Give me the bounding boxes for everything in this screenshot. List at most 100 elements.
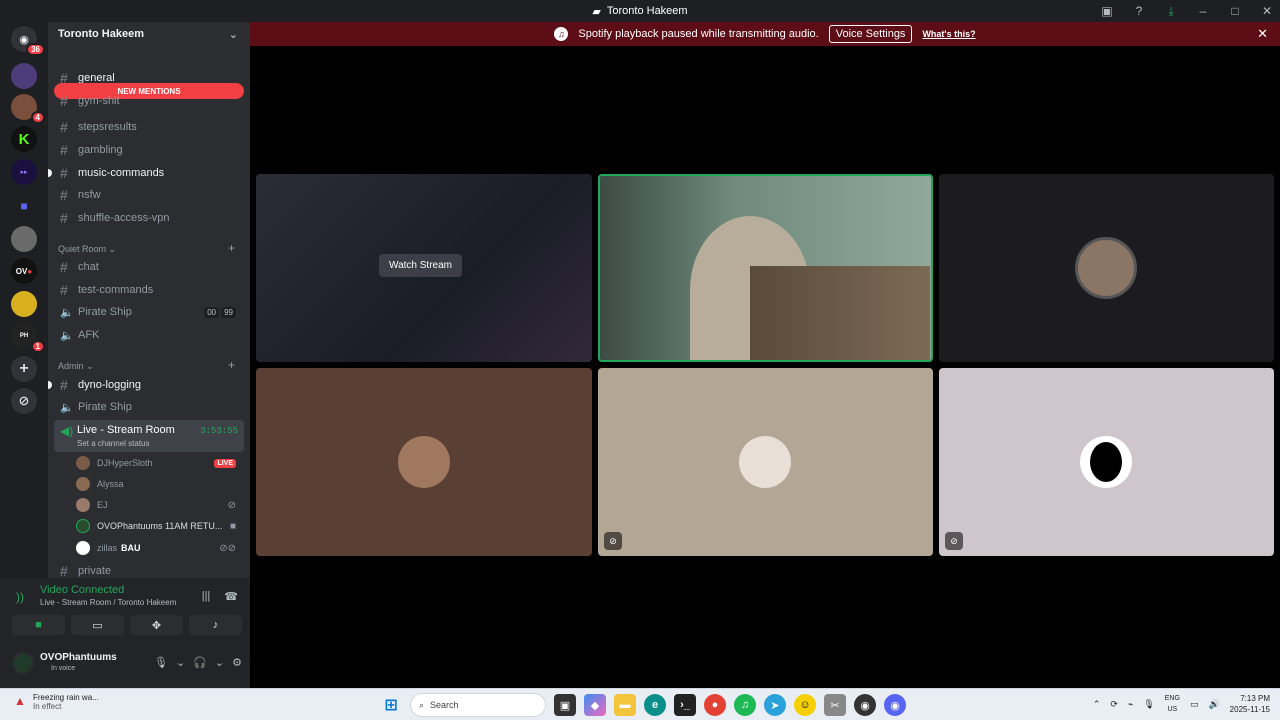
file-explorer-icon[interactable]: ▬: [614, 694, 636, 716]
category-quiet-room[interactable]: Quiet Room ⌄ +: [58, 241, 235, 255]
stream-tile[interactable]: Watch Stream: [256, 174, 592, 362]
voice-channel-pirate-ship-admin[interactable]: 🔈 Pirate Ship: [54, 396, 244, 418]
tan-tile[interactable]: ⊘: [598, 368, 933, 556]
add-channel-icon[interactable]: +: [228, 241, 235, 255]
taskbar-search[interactable]: ⌕ Search: [410, 693, 546, 717]
clock[interactable]: 7:13 PM 2025-11-15: [1230, 693, 1270, 715]
chevron-down-icon[interactable]: ⌄: [176, 656, 185, 669]
spotify-notice-banner: ♫ Spotify playback paused while transmit…: [250, 22, 1280, 46]
voice-location[interactable]: Live - Stream Room / Toronto Hakeem: [40, 598, 176, 607]
language-indicator[interactable]: ENG US: [1165, 693, 1180, 715]
settings-gear-icon[interactable]: ⚙: [232, 656, 242, 669]
lavender-tile[interactable]: ⊘: [939, 368, 1274, 556]
server-icon[interactable]: ▸▸: [11, 159, 37, 185]
download-icon[interactable]: ⤓: [1164, 4, 1178, 19]
channel-nsfw[interactable]: # nsfw: [54, 184, 244, 206]
close-window-button[interactable]: ✕: [1260, 4, 1274, 18]
task-view-icon[interactable]: ▣: [554, 694, 576, 716]
channel-dyno-logging[interactable]: # dyno-logging: [48, 374, 244, 396]
voice-channel-pirate-ship[interactable]: 🔈 Pirate Ship 00 99: [54, 301, 244, 323]
channel-shuffle-access-vpn[interactable]: # shuffle-access-vpn: [54, 207, 244, 229]
channel-gym-shit[interactable]: # gym-shit: [54, 93, 244, 109]
telegram-icon[interactable]: ➤: [764, 694, 786, 716]
category-admin[interactable]: Admin ⌄ +: [58, 358, 235, 372]
server-icon[interactable]: PH 1: [11, 323, 45, 353]
copilot-icon[interactable]: ◆: [584, 694, 606, 716]
microphone-icon[interactable]: 🎙: [154, 656, 168, 669]
chevron-down-icon[interactable]: ⌄: [215, 656, 224, 669]
signal-icon[interactable]: )): [16, 590, 24, 604]
voice-user[interactable]: Alyssa: [76, 474, 242, 494]
screen-share-button[interactable]: ▭: [71, 615, 124, 635]
voice-user[interactable]: EJ ⊘: [76, 495, 242, 515]
voice-action-buttons: ■ ▭ ✥ ♪: [12, 615, 242, 635]
soundboard-button[interactable]: ♪: [189, 615, 242, 635]
mic-tray-icon[interactable]: 🎙: [1143, 699, 1154, 710]
activities-button[interactable]: ✥: [130, 615, 183, 635]
avatar-tile[interactable]: [939, 174, 1274, 362]
sync-icon[interactable]: ⟳: [1110, 699, 1118, 710]
camera-tile[interactable]: [598, 174, 933, 362]
display-icon[interactable]: ▭: [1190, 699, 1199, 710]
channel-chat[interactable]: # chat: [54, 256, 244, 278]
spotify-icon[interactable]: ♫: [734, 694, 756, 716]
weather-subtitle: In effect: [33, 702, 62, 711]
edge-icon[interactable]: e: [644, 694, 666, 716]
channel-status-prompt[interactable]: Set a channel status: [77, 439, 150, 448]
snipping-tool-icon[interactable]: ✂: [824, 694, 846, 716]
brown-tile[interactable]: [256, 368, 592, 556]
noise-suppression-icon[interactable]: |||: [202, 590, 211, 603]
server-icon[interactable]: 4: [11, 94, 45, 124]
muted-mic-icon: ⊘: [604, 532, 622, 550]
speaker-icon: ◀): [60, 424, 74, 438]
add-channel-icon[interactable]: +: [228, 358, 235, 372]
add-server-icon[interactable]: +: [11, 356, 37, 382]
guild-header[interactable]: Toronto Hakeem ⌄: [48, 22, 250, 46]
start-button[interactable]: ⊞: [380, 694, 402, 716]
app-icon[interactable]: ☺: [794, 694, 816, 716]
channel-gambling[interactable]: # gambling: [54, 139, 244, 161]
voice-panel-icons: ||| ☎: [202, 590, 238, 603]
voice-settings-button[interactable]: Voice Settings: [828, 25, 913, 43]
voice-user[interactable]: zillas BAU ⊘⊘: [76, 538, 242, 558]
close-banner-icon[interactable]: ✕: [1257, 26, 1268, 42]
active-voice-channel[interactable]: ◀) Live - Stream Room Set a channel stat…: [54, 420, 244, 452]
voice-channel-afk[interactable]: 🔈 AFK: [54, 324, 244, 346]
channel-music-commands[interactable]: # music-commands: [48, 162, 244, 184]
headphones-icon[interactable]: 🎧: [193, 656, 207, 669]
channel-test-commands[interactable]: # test-commands: [54, 279, 244, 301]
folder-icon[interactable]: ■: [11, 193, 37, 219]
watch-stream-button[interactable]: Watch Stream: [379, 254, 462, 277]
weather-widget[interactable]: ▲ Freezing rain wa... In effect: [14, 693, 99, 711]
server-icon[interactable]: [11, 291, 37, 317]
volume-icon[interactable]: 🔊: [1208, 699, 1219, 710]
maximize-button[interactable]: □: [1228, 4, 1242, 18]
explore-icon[interactable]: ⊘: [11, 388, 37, 414]
chevron-up-icon[interactable]: ⌃: [1093, 699, 1101, 710]
server-icon[interactable]: K: [11, 126, 37, 152]
server-icon[interactable]: [11, 226, 37, 252]
hash-icon: #: [60, 187, 68, 203]
voice-user[interactable]: OVOPhantuums 11AM RETU... ■: [76, 516, 242, 536]
server-icon[interactable]: OV ●: [11, 258, 37, 284]
inbox-icon[interactable]: ▣: [1100, 4, 1114, 18]
minimize-button[interactable]: –: [1196, 4, 1210, 18]
user-area[interactable]: OVOPhantuums In voice 🎙 ⌄ 🎧 ⌄ ⚙: [12, 648, 242, 680]
channel-label: AFK: [78, 329, 100, 341]
channel-stepsresults[interactable]: # stepsresults: [54, 116, 244, 138]
terminal-icon[interactable]: ›_: [674, 694, 696, 716]
clock-date: 2025-11-15: [1229, 705, 1270, 714]
window-title: Toronto Hakeem: [606, 5, 688, 17]
camera-button[interactable]: ■: [12, 615, 65, 635]
whats-this-link[interactable]: What's this?: [922, 29, 975, 39]
network-icon[interactable]: ⌁: [1128, 699, 1133, 710]
home-button[interactable]: ◉ 36: [11, 26, 45, 56]
chrome-icon[interactable]: ●: [704, 694, 726, 716]
server-icon[interactable]: [11, 63, 37, 89]
obs-icon[interactable]: ◉: [854, 694, 876, 716]
discord-taskbar-icon[interactable]: ◉: [884, 694, 906, 716]
channel-private[interactable]: # private: [54, 564, 244, 578]
disconnect-icon[interactable]: ☎: [224, 590, 238, 603]
voice-user[interactable]: DJHyperSloth LIVE: [76, 453, 242, 473]
help-icon[interactable]: ?: [1132, 4, 1146, 18]
